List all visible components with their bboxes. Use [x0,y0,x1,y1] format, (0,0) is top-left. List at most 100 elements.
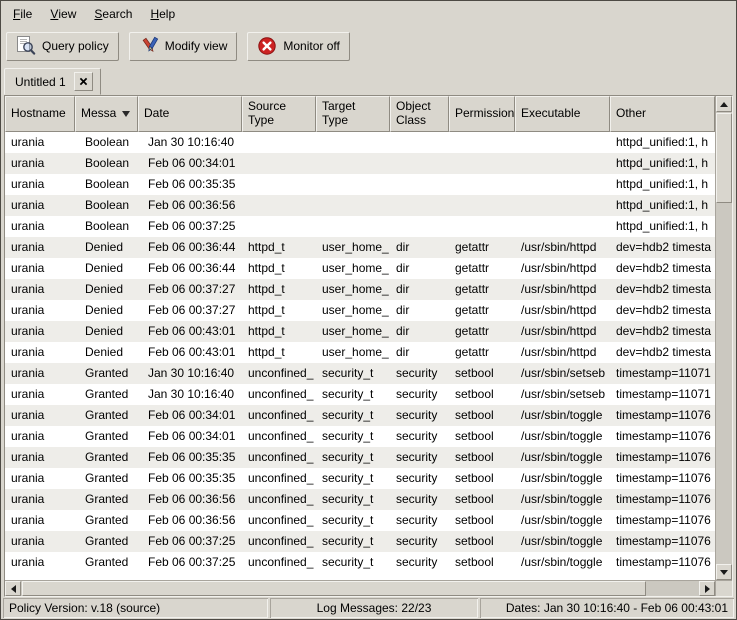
cell-target-type [316,132,390,153]
table-row[interactable]: uraniaBooleanFeb 06 00:35:35httpd_unifie… [5,174,715,195]
cell-other: httpd_unified:1, h [610,216,715,237]
table-row[interactable]: uraniaBooleanFeb 06 00:34:01httpd_unifie… [5,153,715,174]
monitor-off-button[interactable]: Monitor off [247,32,349,61]
scroll-up-button[interactable] [716,96,732,112]
scroll-down-button[interactable] [716,564,732,580]
cell-hostname: urania [5,237,75,258]
app-window: FileViewSearchHelp Query policy Modify vi… [0,0,737,620]
cell-executable: /usr/sbin/httpd [515,279,610,300]
vertical-scrollbar-thumb[interactable] [716,113,732,203]
table-row[interactable]: uraniaGrantedFeb 06 00:34:01unconfined_s… [5,405,715,426]
table-row[interactable]: uraniaDeniedFeb 06 00:36:44httpd_tuser_h… [5,237,715,258]
cell-message: Boolean [75,132,138,153]
cell-source-type [242,132,316,153]
cell-other: dev=hdb2 timesta [610,258,715,279]
table-row[interactable]: uraniaGrantedFeb 06 00:35:35unconfined_s… [5,447,715,468]
table-row[interactable]: uraniaGrantedFeb 06 00:36:56unconfined_s… [5,510,715,531]
cell-source-type: unconfined_ [242,489,316,510]
column-header-permission[interactable]: Permission [449,96,515,132]
table-row[interactable]: uraniaDeniedFeb 06 00:37:27httpd_tuser_h… [5,279,715,300]
toolbar-button-label: Modify view [165,39,228,53]
cell-message: Granted [75,447,138,468]
table-row[interactable]: uraniaDeniedFeb 06 00:37:27httpd_tuser_h… [5,300,715,321]
cell-permission: setbool [449,384,515,405]
cell-message: Granted [75,552,138,573]
cell-message: Granted [75,363,138,384]
table-row[interactable]: uraniaGrantedFeb 06 00:34:01unconfined_s… [5,426,715,447]
cell-other: httpd_unified:1, h [610,153,715,174]
cell-target-type: user_home_ [316,258,390,279]
column-header-date[interactable]: Date [138,96,242,132]
table-row[interactable]: uraniaGrantedFeb 06 00:35:35unconfined_s… [5,468,715,489]
cell-message: Boolean [75,153,138,174]
table-row[interactable]: uraniaDeniedFeb 06 00:43:01httpd_tuser_h… [5,342,715,363]
cell-other: httpd_unified:1, h [610,174,715,195]
column-header-target-type[interactable]: Target Type [316,96,390,132]
menu-file[interactable]: File [4,1,41,27]
table-row[interactable]: uraniaGrantedJan 30 10:16:40unconfined_s… [5,384,715,405]
column-header-object-class[interactable]: Object Class [390,96,449,132]
cell-source-type: httpd_t [242,300,316,321]
cell-target-type: security_t [316,489,390,510]
cell-source-type: httpd_t [242,279,316,300]
cell-permission: getattr [449,258,515,279]
table-row[interactable]: uraniaBooleanFeb 06 00:37:25httpd_unifie… [5,216,715,237]
log-table: HostnameMessaDateSource TypeTarget TypeO… [4,95,733,597]
column-header-hostname[interactable]: Hostname [5,96,75,132]
cell-object-class: security [390,363,449,384]
cell-permission: setbool [449,468,515,489]
modify-view-button[interactable]: Modify view [129,32,238,61]
cell-hostname: urania [5,279,75,300]
horizontal-scrollbar[interactable] [5,580,715,596]
table-row[interactable]: uraniaBooleanFeb 06 00:36:56httpd_unifie… [5,195,715,216]
tab-untitled-1[interactable]: Untitled 1 [4,68,101,95]
cell-other: dev=hdb2 timesta [610,321,715,342]
menu-search[interactable]: Search [85,1,141,27]
column-header-source-type[interactable]: Source Type [242,96,316,132]
cell-date: Feb 06 00:37:25 [138,531,242,552]
cell-target-type: security_t [316,426,390,447]
cell-source-type: unconfined_ [242,426,316,447]
cell-hostname: urania [5,447,75,468]
tab-close-button[interactable] [74,72,93,91]
column-header-other[interactable]: Other [610,96,715,132]
cell-message: Boolean [75,216,138,237]
cell-object-class: security [390,447,449,468]
horizontal-scrollbar-trough[interactable] [21,581,699,596]
table-row[interactable]: uraniaDeniedFeb 06 00:43:01httpd_tuser_h… [5,321,715,342]
table-row[interactable]: uraniaBooleanJan 30 10:16:40httpd_unifie… [5,132,715,153]
cell-target-type: security_t [316,384,390,405]
cell-target-type: security_t [316,468,390,489]
table-header: HostnameMessaDateSource TypeTarget TypeO… [5,96,715,132]
cell-executable: /usr/sbin/toggle [515,468,610,489]
table-row[interactable]: uraniaDeniedFeb 06 00:36:44httpd_tuser_h… [5,258,715,279]
column-header-messa[interactable]: Messa [75,96,138,132]
vertical-scrollbar[interactable] [715,96,732,580]
table-row[interactable]: uraniaGrantedFeb 06 00:36:56unconfined_s… [5,489,715,510]
scroll-left-button[interactable] [5,581,21,596]
cell-message: Granted [75,426,138,447]
cell-other: timestamp=11076 [610,510,715,531]
cell-other: timestamp=11076 [610,468,715,489]
cell-date: Feb 06 00:36:56 [138,510,242,531]
table-row[interactable]: uraniaGrantedFeb 06 00:37:25unconfined_s… [5,552,715,573]
cell-message: Granted [75,489,138,510]
scroll-right-button[interactable] [699,581,715,596]
cell-executable: /usr/sbin/toggle [515,510,610,531]
vertical-scrollbar-trough[interactable] [716,112,732,564]
cell-date: Feb 06 00:36:56 [138,489,242,510]
query-policy-button[interactable]: Query policy [6,32,119,61]
table-row[interactable]: uraniaGrantedJan 30 10:16:40unconfined_s… [5,363,715,384]
table-row[interactable]: uraniaGrantedFeb 06 00:37:25unconfined_s… [5,531,715,552]
cell-executable: /usr/sbin/toggle [515,531,610,552]
cell-source-type: unconfined_ [242,447,316,468]
menu-view[interactable]: View [41,1,85,27]
cell-object-class: security [390,426,449,447]
column-header-executable[interactable]: Executable [515,96,610,132]
cell-target-type: security_t [316,447,390,468]
horizontal-scrollbar-thumb[interactable] [22,581,646,596]
menu-help[interactable]: Help [141,1,184,27]
cell-executable [515,153,610,174]
cell-permission: setbool [449,426,515,447]
cell-object-class [390,132,449,153]
